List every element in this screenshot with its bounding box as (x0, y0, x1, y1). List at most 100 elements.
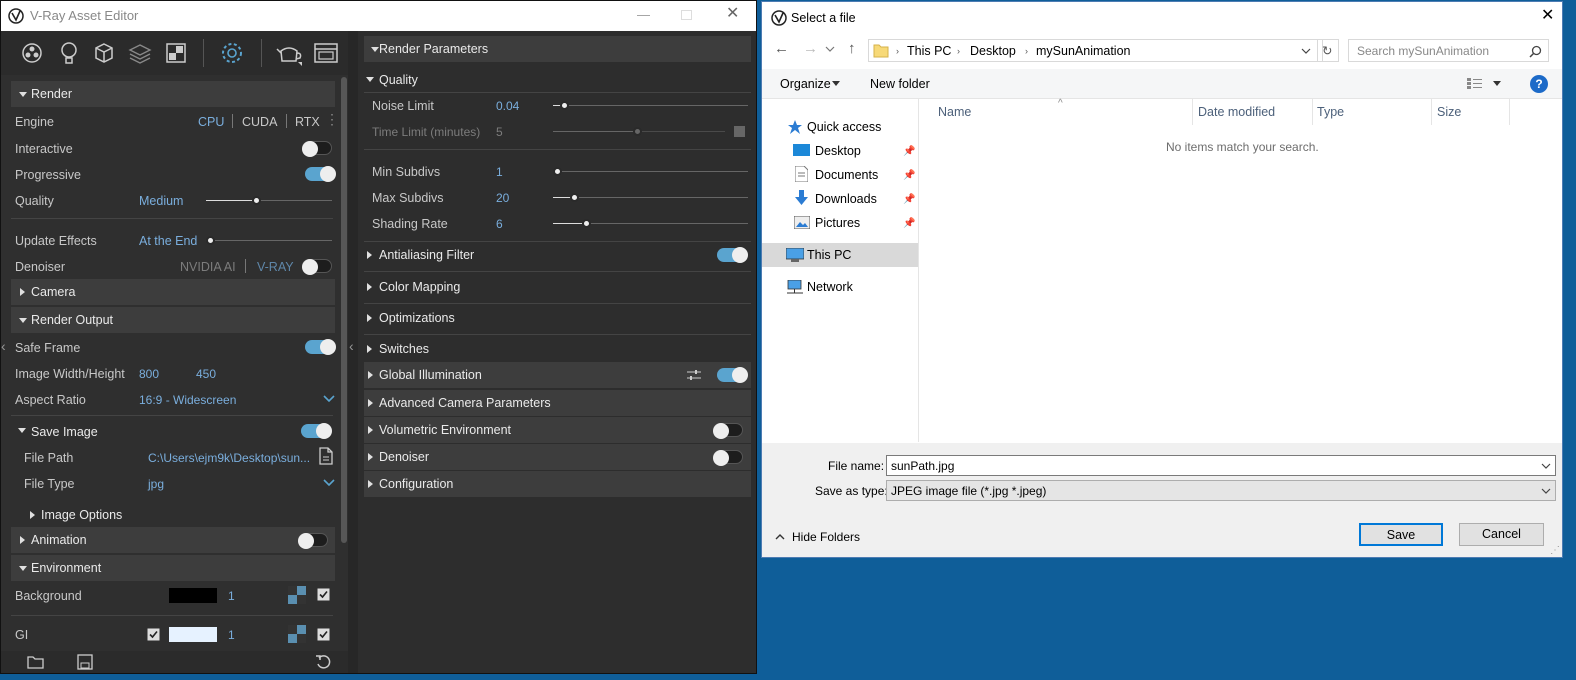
max-subdivs-slider[interactable] (553, 193, 748, 202)
chevron-down-icon[interactable] (1493, 81, 1501, 86)
file-browse-icon[interactable] (318, 447, 334, 465)
chevron-down-icon[interactable] (1541, 488, 1551, 495)
section-animation[interactable]: Animation (11, 527, 335, 553)
more-options-icon[interactable]: ⋮ (325, 111, 339, 127)
materials-icon[interactable] (21, 42, 43, 64)
save-image-title[interactable]: Save Image (31, 424, 98, 440)
background-multiplier[interactable]: 1 (228, 588, 235, 604)
section-environment[interactable]: Environment (11, 555, 335, 581)
column-size[interactable]: Size (1437, 104, 1461, 120)
cancel-button[interactable]: Cancel (1459, 523, 1544, 546)
chevron-down-icon[interactable] (323, 479, 335, 487)
nav-downloads[interactable]: Downloads (815, 191, 877, 207)
nav-pictures[interactable]: Pictures (815, 215, 860, 231)
nav-desktop[interactable]: Desktop (815, 143, 861, 159)
render-teapot-icon[interactable] (275, 41, 303, 67)
save-image-toggle[interactable] (301, 423, 332, 439)
geometry-icon[interactable] (93, 42, 115, 64)
sliders-icon[interactable] (686, 368, 702, 382)
chevron-down-icon[interactable] (825, 46, 835, 53)
forward-arrow-icon[interactable]: → (803, 41, 818, 57)
nav-documents[interactable]: Documents (815, 167, 878, 183)
texture-slot-icon[interactable] (288, 625, 306, 643)
engine-cuda-option[interactable]: CUDA (242, 114, 277, 130)
min-subdivs-value[interactable]: 1 (496, 164, 503, 180)
denoiser-section-toggle[interactable] (713, 450, 743, 466)
global-illumination-toggle[interactable] (717, 367, 748, 383)
shading-rate-value[interactable]: 6 (496, 216, 503, 232)
quality-section-title[interactable]: Quality (379, 72, 418, 88)
column-type[interactable]: Type (1317, 104, 1344, 120)
minimize-button[interactable]: — (637, 7, 650, 23)
section-configuration[interactable]: Configuration (364, 471, 751, 497)
breadcrumb-this-pc[interactable]: This PC (907, 43, 951, 59)
time-limit-checkbox[interactable] (734, 126, 745, 137)
section-color-mapping[interactable]: Color Mapping (379, 279, 460, 295)
textures-icon[interactable] (165, 42, 187, 64)
image-options-title[interactable]: Image Options (41, 507, 122, 523)
min-subdivs-slider[interactable] (553, 167, 748, 176)
organize-button[interactable]: Organize (780, 76, 831, 92)
nav-network[interactable]: Network (807, 279, 853, 295)
render-parameters-header[interactable]: Render Parameters (364, 36, 751, 62)
noise-limit-slider[interactable] (553, 101, 748, 110)
nav-this-pc[interactable]: This PC (807, 247, 851, 263)
filename-input[interactable]: sunPath.jpg (886, 455, 1556, 476)
antialiasing-toggle[interactable] (717, 247, 748, 263)
up-arrow-icon[interactable]: ↑ (848, 41, 856, 57)
section-switches[interactable]: Switches (379, 341, 429, 357)
animation-toggle[interactable] (298, 533, 328, 549)
search-box[interactable]: Search mySunAnimation (1348, 39, 1549, 62)
image-height-input[interactable]: 450 (196, 366, 216, 382)
section-advanced-camera[interactable]: Advanced Camera Parameters (364, 390, 751, 416)
section-denoiser[interactable]: Denoiser (364, 444, 751, 470)
interactive-toggle[interactable] (302, 141, 332, 157)
lights-icon[interactable] (58, 41, 80, 65)
section-render[interactable]: Render (11, 81, 335, 107)
left-scrollbar[interactable] (341, 77, 347, 543)
nav-quick-access[interactable]: Quick access (807, 119, 881, 135)
settings-gear-icon[interactable] (219, 41, 245, 65)
progressive-toggle[interactable] (305, 166, 336, 182)
resize-grip-icon[interactable]: ⋰ (1550, 543, 1560, 559)
gi-multiplier[interactable]: 1 (228, 627, 235, 643)
hide-folders-button[interactable]: Hide Folders (792, 529, 860, 545)
column-name[interactable]: Name (938, 104, 971, 120)
view-options-icon[interactable] (1467, 77, 1483, 90)
file-path-input[interactable]: C:\Users\ejm9k\Desktop\sun... (148, 450, 310, 466)
breadcrumb-mysunanimation[interactable]: mySunAnimation (1036, 43, 1131, 59)
aspect-ratio-select[interactable]: 16:9 - Widescreen (139, 392, 236, 408)
engine-cpu-option[interactable]: CPU (198, 114, 224, 130)
save-disk-icon[interactable] (77, 654, 93, 670)
chevron-up-icon[interactable] (775, 533, 785, 540)
help-button[interactable]: ? (1530, 75, 1548, 93)
close-button[interactable]: ✕ (726, 6, 739, 22)
update-effects-slider[interactable] (206, 236, 332, 245)
section-volumetric-environment[interactable]: Volumetric Environment (364, 417, 751, 443)
engine-rtx-option[interactable]: RTX (295, 114, 320, 130)
time-limit-slider[interactable] (553, 127, 725, 136)
checkbox-checked-icon[interactable] (147, 628, 160, 641)
section-camera[interactable]: Camera (11, 279, 335, 305)
collapse-left-icon[interactable]: ‹ (1, 338, 6, 354)
search-icon[interactable] (1529, 45, 1542, 58)
refresh-button[interactable]: ↻ (1317, 39, 1339, 62)
address-bar[interactable]: › This PC › Desktop › mySunAnimation (868, 39, 1323, 62)
chevron-down-icon[interactable] (1301, 48, 1311, 55)
section-optimizations[interactable]: Optimizations (379, 310, 455, 326)
chevron-down-icon[interactable] (832, 81, 840, 86)
quality-slider[interactable] (206, 196, 332, 205)
save-button[interactable]: Save (1359, 523, 1443, 546)
noise-limit-value[interactable]: 0.04 (496, 98, 519, 114)
dialog-close-button[interactable]: ✕ (1541, 8, 1554, 24)
gi-color-swatch[interactable] (169, 627, 217, 642)
image-width-input[interactable]: 800 (139, 366, 159, 382)
safe-frame-toggle[interactable] (305, 339, 336, 355)
checkbox-checked-icon[interactable] (317, 588, 330, 601)
reset-icon[interactable] (315, 654, 331, 670)
maximize-button[interactable] (681, 10, 692, 20)
checkbox-checked-icon[interactable] (317, 628, 330, 641)
new-folder-button[interactable]: New folder (870, 76, 930, 92)
denoiser-vray-option[interactable]: V-RAY (257, 259, 294, 275)
open-folder-icon[interactable] (27, 654, 45, 670)
